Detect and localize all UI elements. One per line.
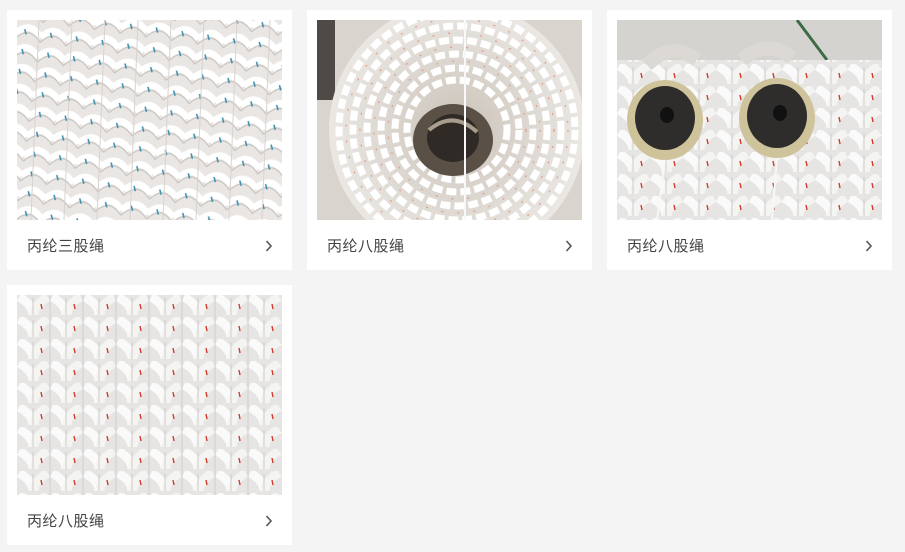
three-strand-rope-image — [17, 20, 282, 220]
product-image[interactable] — [17, 20, 282, 220]
chevron-right-icon[interactable] — [265, 239, 273, 253]
product-image[interactable] — [617, 20, 882, 220]
chevron-right-icon[interactable] — [565, 239, 573, 253]
chevron-right-icon[interactable] — [265, 514, 273, 528]
product-image[interactable] — [17, 295, 282, 495]
product-grid: 丙纶三股绳 丙纶八股绳 丙纶八股绳 丙纶八股绳 — [7, 10, 897, 545]
product-card[interactable]: 丙纶三股绳 — [7, 10, 292, 270]
product-card[interactable]: 丙纶八股绳 — [607, 10, 892, 270]
product-image[interactable] — [317, 20, 582, 220]
eight-strand-rope-closeup-image — [17, 295, 282, 495]
product-title[interactable]: 丙纶八股绳 — [27, 510, 105, 531]
product-card[interactable]: 丙纶八股绳 — [307, 10, 592, 270]
eight-strand-rope-coil-image — [317, 20, 582, 220]
eight-strand-rope-thimble-image — [617, 20, 882, 220]
product-card[interactable]: 丙纶八股绳 — [7, 285, 292, 545]
product-title[interactable]: 丙纶三股绳 — [27, 235, 105, 256]
product-title[interactable]: 丙纶八股绳 — [627, 235, 705, 256]
chevron-right-icon[interactable] — [865, 239, 873, 253]
product-title[interactable]: 丙纶八股绳 — [327, 235, 405, 256]
